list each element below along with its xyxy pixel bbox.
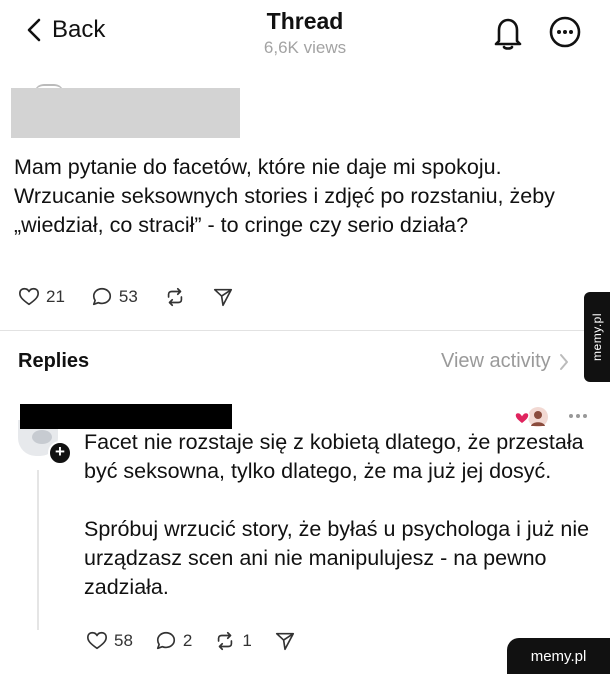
- reply-comment-button[interactable]: 2: [155, 630, 192, 652]
- chevron-left-icon: [27, 18, 41, 42]
- reply-repost-count: 1: [242, 631, 252, 650]
- like-count: 21: [46, 287, 65, 306]
- reply-comment-count: 2: [182, 631, 193, 650]
- comment-count: 53: [118, 287, 138, 306]
- liked-by-author-badge-icon: [514, 407, 548, 427]
- post-text: Mam pytanie do facetów, które nie daje m…: [14, 155, 555, 237]
- watermark-side: memy.pl: [584, 292, 610, 382]
- view-activity-label: View activity: [441, 350, 551, 372]
- back-button[interactable]: Back: [26, 16, 105, 44]
- watermark-corner-text: memy.pl: [530, 647, 587, 665]
- reply-actions: 58 2 1: [86, 630, 318, 652]
- replies-heading: Replies: [18, 350, 90, 372]
- repost-button[interactable]: [164, 286, 186, 308]
- reply-share-button[interactable]: [274, 630, 296, 652]
- reply-repost-button[interactable]: 1: [214, 630, 252, 652]
- redacted-reply-username: [20, 404, 232, 429]
- reply-text: Facet nie rozstaje się z kobietą dlatego…: [84, 428, 599, 602]
- more-horizontal-icon[interactable]: [566, 406, 590, 426]
- send-icon: [275, 632, 294, 651]
- back-label: Back: [52, 16, 106, 43]
- follow-plus-button[interactable]: +: [48, 441, 72, 465]
- like-button[interactable]: 21: [18, 286, 65, 308]
- send-icon: [213, 288, 232, 307]
- watermark-corner: memy.pl: [507, 638, 610, 674]
- reply-like-button[interactable]: 58: [86, 630, 133, 652]
- comment-icon: [92, 287, 111, 306]
- view-activity-link[interactable]: View activity: [441, 350, 569, 373]
- repost-icon: [167, 287, 183, 307]
- thread-line: [37, 470, 39, 630]
- redacted-username: [11, 88, 240, 138]
- bell-icon[interactable]: [491, 15, 525, 51]
- divider: [0, 330, 610, 331]
- watermark-side-text: memy.pl: [590, 313, 604, 361]
- reply-paragraph-2: Spróbuj wrzucić story, że byłaś u psycho…: [84, 517, 590, 599]
- share-button[interactable]: [212, 286, 234, 308]
- heart-icon: [87, 631, 107, 650]
- more-circle-icon[interactable]: [548, 15, 582, 49]
- heart-icon: [19, 287, 39, 306]
- comment-icon: [156, 631, 175, 650]
- chevron-right-icon: [559, 353, 568, 370]
- reply-like-count: 58: [114, 631, 133, 650]
- repost-icon: [218, 631, 233, 651]
- comment-button[interactable]: 53: [91, 286, 138, 308]
- post-actions: 21 53: [18, 286, 260, 308]
- reply-paragraph-1: Facet nie rozstaje się z kobietą dlatego…: [84, 430, 584, 483]
